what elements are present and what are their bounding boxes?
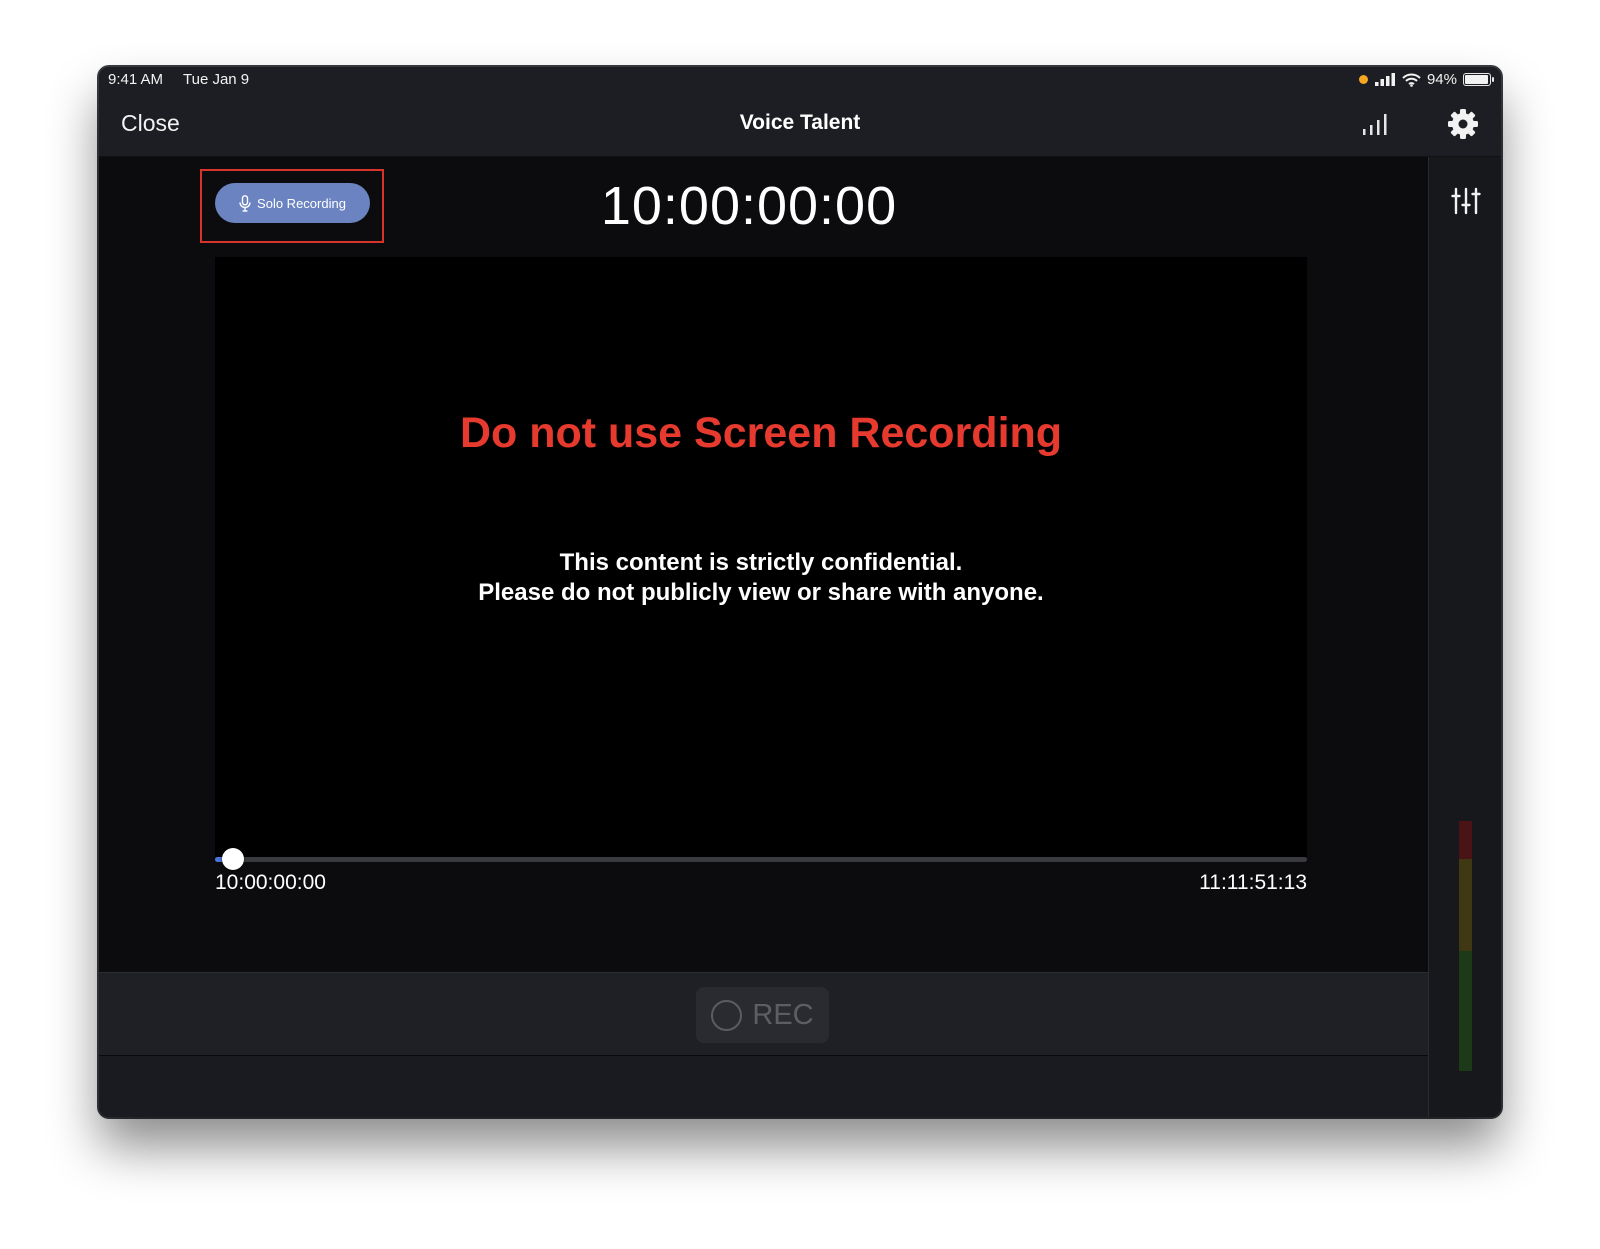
signal-bars-icon[interactable] [1361,113,1389,135]
gear-icon[interactable] [1447,108,1479,140]
battery-icon [1463,73,1494,86]
page-title: Voice Talent [739,111,861,134]
status-bar: 9:41 AM Tue Jan 9 94% [99,67,1501,93]
solo-recording-button[interactable]: Solo Recording [215,183,370,223]
playback-scrubber[interactable] [215,848,1307,870]
status-time: 9:41 AM [108,71,164,88]
record-control-bar: REC [99,972,1428,1056]
start-timecode: 10:00:00:00 [215,871,326,894]
confidential-notice-line1: This content is strictly confidential. [559,549,963,576]
warning-title: Do not use Screen Recording [459,409,1063,457]
record-label: REC [752,998,814,1031]
status-indicators: 94% [1358,71,1494,88]
record-button[interactable]: REC [696,987,829,1043]
main-content: Solo Recording 10:00:00:00 Do not use Sc… [99,157,1428,972]
battery-fill [1465,75,1488,84]
scrubber-handle[interactable] [222,848,244,870]
microphone-icon [239,194,251,212]
confidential-notice-line2: Please do not publicly view or share wit… [478,579,1044,606]
solo-recording-label: Solo Recording [257,195,346,211]
cellular-signal-icon [1374,73,1395,86]
meter-red-zone [1459,821,1472,859]
ipad-screen: 9:41 AM Tue Jan 9 94% Close Voice Talent… [99,67,1501,1117]
side-panel [1428,157,1501,1117]
sliders-icon[interactable] [1451,187,1481,215]
status-date: Tue Jan 9 [183,71,250,88]
wifi-icon [1402,73,1421,87]
meter-green-zone [1459,951,1472,1071]
end-timecode: 11:11:51:13 [1199,871,1307,894]
audio-level-meter [1459,821,1472,1071]
mic-in-use-indicator [1358,75,1368,84]
nav-bar: Close Voice Talent [99,93,1501,157]
meter-yellow-zone [1459,859,1472,951]
current-timecode: 10:00:00:00 [600,176,898,236]
battery-percent: 94% [1426,71,1457,88]
video-player[interactable]: Do not use Screen Recording This content… [215,257,1307,857]
footer-bar [99,1056,1428,1117]
record-circle-icon [711,999,743,1031]
